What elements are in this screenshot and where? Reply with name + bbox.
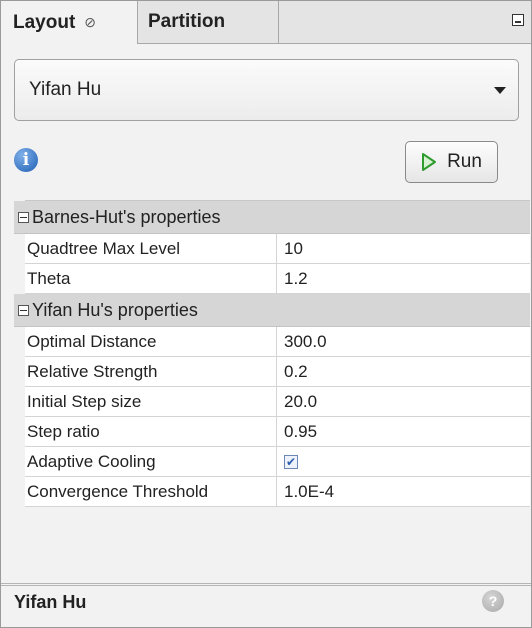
property-row[interactable]: Step ratio 0.95: [25, 417, 530, 447]
algorithm-select-value: Yifan Hu: [29, 79, 102, 100]
property-row[interactable]: Initial Step size 20.0: [25, 387, 530, 417]
property-gutter: [14, 200, 25, 583]
section-title: Yifan Hu's properties: [32, 299, 198, 320]
collapse-icon[interactable]: [18, 304, 29, 316]
property-name: Convergence Threshold: [25, 477, 277, 506]
property-row[interactable]: Optimal Distance 300.0: [25, 327, 530, 357]
tab-partition[interactable]: Partition: [138, 1, 279, 43]
property-row[interactable]: Convergence Threshold 1.0E-4: [25, 477, 530, 507]
minimize-icon[interactable]: [512, 14, 524, 26]
section-title: Barnes-Hut's properties: [32, 206, 221, 227]
chevron-down-icon: [494, 87, 506, 94]
tab-bar: Layout ⊘ Partition: [1, 1, 531, 44]
help-icon[interactable]: ?: [482, 590, 504, 612]
property-value[interactable]: 10: [277, 234, 530, 263]
property-value[interactable]: 20.0: [277, 387, 530, 416]
play-icon: [421, 152, 437, 172]
property-value[interactable]: 1.0E-4: [277, 477, 530, 506]
run-button[interactable]: Run: [405, 141, 498, 183]
property-value[interactable]: 300.0: [277, 327, 530, 356]
section-barnes-hut[interactable]: Barnes-Hut's properties: [14, 201, 530, 234]
collapse-icon[interactable]: [18, 211, 29, 223]
tab-close-icon[interactable]: ⊘: [84, 14, 96, 31]
tab-layout-label: Layout: [13, 11, 76, 33]
property-name: Theta: [25, 264, 277, 293]
layout-panel: Layout ⊘ Partition Yifan Hu i Run Barnes…: [0, 0, 532, 628]
property-name: Initial Step size: [25, 387, 277, 416]
info-icon[interactable]: i: [14, 148, 38, 172]
property-row[interactable]: Theta 1.2: [25, 264, 530, 294]
property-sheet: Barnes-Hut's properties Quadtree Max Lev…: [14, 200, 530, 507]
description-title: Yifan Hu: [14, 592, 87, 612]
property-name: Step ratio: [25, 417, 277, 446]
property-value: ✔: [277, 447, 530, 476]
tab-layout[interactable]: Layout ⊘: [1, 1, 138, 44]
property-row[interactable]: Quadtree Max Level 10: [25, 234, 530, 264]
section-yifan-hu[interactable]: Yifan Hu's properties: [14, 294, 530, 327]
property-value[interactable]: 0.95: [277, 417, 530, 446]
property-name: Quadtree Max Level: [25, 234, 277, 263]
property-value[interactable]: 1.2: [277, 264, 530, 293]
property-name: Adaptive Cooling: [25, 447, 277, 476]
property-name: Optimal Distance: [25, 327, 277, 356]
description-divider: [1, 583, 531, 586]
property-row[interactable]: Relative Strength 0.2: [25, 357, 530, 387]
property-value[interactable]: 0.2: [277, 357, 530, 386]
algorithm-select[interactable]: Yifan Hu: [14, 59, 519, 121]
run-button-label: Run: [447, 151, 482, 172]
property-name: Relative Strength: [25, 357, 277, 386]
property-row[interactable]: Adaptive Cooling ✔: [25, 447, 530, 477]
adaptive-cooling-checkbox[interactable]: ✔: [284, 454, 298, 469]
tab-partition-label: Partition: [148, 11, 226, 32]
